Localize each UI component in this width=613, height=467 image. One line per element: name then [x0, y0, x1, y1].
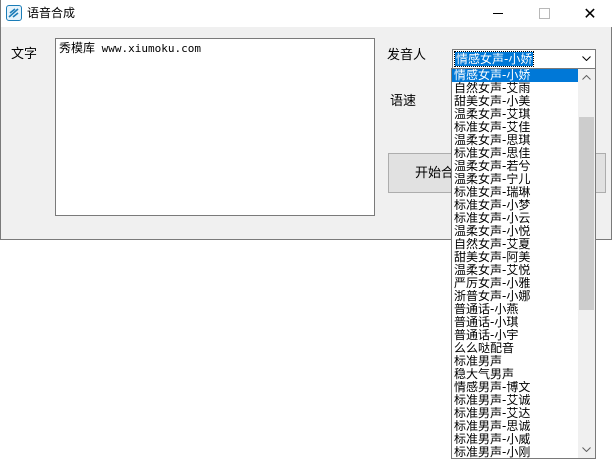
speaker-option[interactable]: 标准男声-思诚 [452, 420, 578, 433]
speaker-option[interactable]: 么么哒配音 [452, 342, 578, 355]
speaker-option[interactable]: 普通话-小琪 [452, 316, 578, 329]
rate-label: 语速 [390, 94, 417, 109]
start-button-label: 开始合 [415, 166, 455, 181]
speaker-option[interactable]: 普通话-小宇 [452, 329, 578, 342]
speaker-option[interactable]: 浙普女声-小娜 [452, 290, 578, 303]
speaker-dropdown-list[interactable]: 情感女声-小娇 自然女声-艾雨 甜美女声-小美 温柔女声-艾琪 标准女声-艾佳 温柔女声-… [451, 68, 596, 459]
text-input-cjk: 秀模库 [59, 41, 96, 55]
chevron-down-icon [582, 447, 591, 453]
minimize-icon [493, 13, 503, 14]
speaker-option[interactable]: 甜美女声-阿美 [452, 251, 578, 264]
speaker-option[interactable]: 温柔女声-小悦 [452, 225, 578, 238]
speaker-select[interactable]: 情感女声-小娇 [452, 49, 596, 69]
speaker-option[interactable]: 严厉女声-小雅 [452, 277, 578, 290]
close-icon: ✕ [583, 4, 597, 23]
speaker-option[interactable]: 温柔女声-若兮 [452, 160, 578, 173]
speaker-option[interactable]: 自然女声-艾夏 [452, 238, 578, 251]
chevron-down-icon[interactable] [578, 50, 595, 68]
speaker-option[interactable]: 标准男声-艾达 [452, 407, 578, 420]
text-input[interactable]: 秀模库 www.xiumoku.com [55, 38, 375, 216]
app-logo-icon [6, 5, 22, 21]
text-label: 文字 [11, 47, 38, 62]
text-input-url: www.xiumoku.com [95, 42, 201, 55]
speaker-option[interactable]: 标准男声-小威 [452, 433, 578, 446]
speaker-option[interactable]: 情感男声-博文 [452, 381, 578, 394]
speaker-option[interactable]: 温柔女声-宁儿 [452, 173, 578, 186]
speaker-option[interactable]: 标准男声-艾诚 [452, 394, 578, 407]
chevron-up-icon [582, 74, 591, 80]
speaker-option[interactable]: 自然女声-艾雨 [452, 82, 578, 95]
scrollbar-thumb[interactable] [579, 117, 594, 310]
maximize-icon [539, 8, 550, 19]
speaker-option[interactable]: 温柔女声-艾悦 [452, 264, 578, 277]
speaker-option[interactable]: 标准女声-瑞琳 [452, 186, 578, 199]
speaker-option[interactable]: 温柔女声-思琪 [452, 134, 578, 147]
maximize-button[interactable] [521, 0, 567, 27]
speaker-option[interactable]: 标准男声 [452, 355, 578, 368]
speaker-option[interactable]: 普通话-小燕 [452, 303, 578, 316]
speaker-option[interactable]: 情感女声-小娇 [452, 69, 578, 82]
title-bar: 语音合成 ✕ [1, 0, 613, 27]
speaker-option[interactable]: 标准女声-思佳 [452, 147, 578, 160]
dropdown-scrollbar[interactable] [578, 69, 595, 458]
speaker-label: 发音人 [387, 48, 427, 63]
speaker-option[interactable]: 标准男声-小刚 [452, 446, 578, 458]
speaker-option[interactable]: 温柔女声-艾琪 [452, 108, 578, 121]
window-title: 语音合成 [27, 6, 76, 20]
scroll-down-button[interactable] [578, 441, 595, 458]
speaker-option[interactable]: 标准女声-小云 [452, 212, 578, 225]
speaker-selected-value: 情感女声-小娇 [453, 51, 535, 67]
speaker-option[interactable]: 甜美女声-小美 [452, 95, 578, 108]
speaker-option[interactable]: 标准女声-小梦 [452, 199, 578, 212]
speaker-option[interactable]: 稳大气男声 [452, 368, 578, 381]
scroll-up-button[interactable] [578, 69, 595, 86]
speaker-options: 情感女声-小娇 自然女声-艾雨 甜美女声-小美 温柔女声-艾琪 标准女声-艾佳 温柔女声-… [452, 69, 578, 458]
minimize-button[interactable] [475, 0, 521, 27]
close-button[interactable]: ✕ [567, 0, 613, 27]
speaker-option[interactable]: 标准女声-艾佳 [452, 121, 578, 134]
